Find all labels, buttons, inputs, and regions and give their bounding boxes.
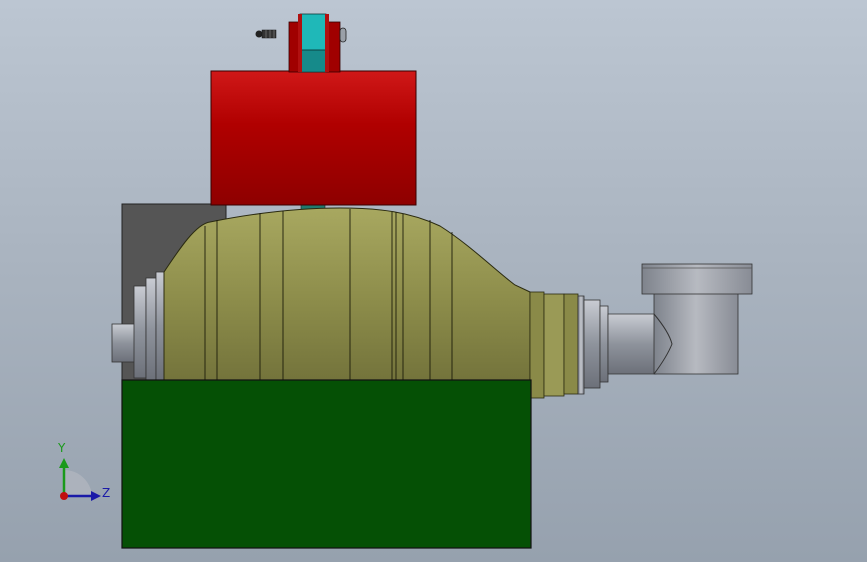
y-axis-arrow [59, 458, 69, 468]
z-axis-label: Z [102, 486, 111, 500]
triad-arc [64, 469, 92, 496]
top-bracket[interactable] [288, 13, 347, 73]
motor-body[interactable] [210, 70, 417, 206]
model-view[interactable] [0, 0, 867, 562]
outlet-flange[interactable] [529, 291, 609, 399]
bolt-icon[interactable] [255, 29, 277, 39]
axis-triad [59, 458, 101, 501]
pipe-elbow[interactable] [641, 263, 753, 375]
z-axis-arrow [91, 491, 101, 501]
pump-casing[interactable] [163, 207, 531, 399]
left-shaft[interactable] [111, 271, 167, 381]
graphics-viewport[interactable]: Y Z [0, 0, 867, 562]
base-block[interactable] [121, 379, 532, 549]
y-axis-label: Y [58, 441, 66, 455]
x-axis-dot [60, 492, 68, 500]
